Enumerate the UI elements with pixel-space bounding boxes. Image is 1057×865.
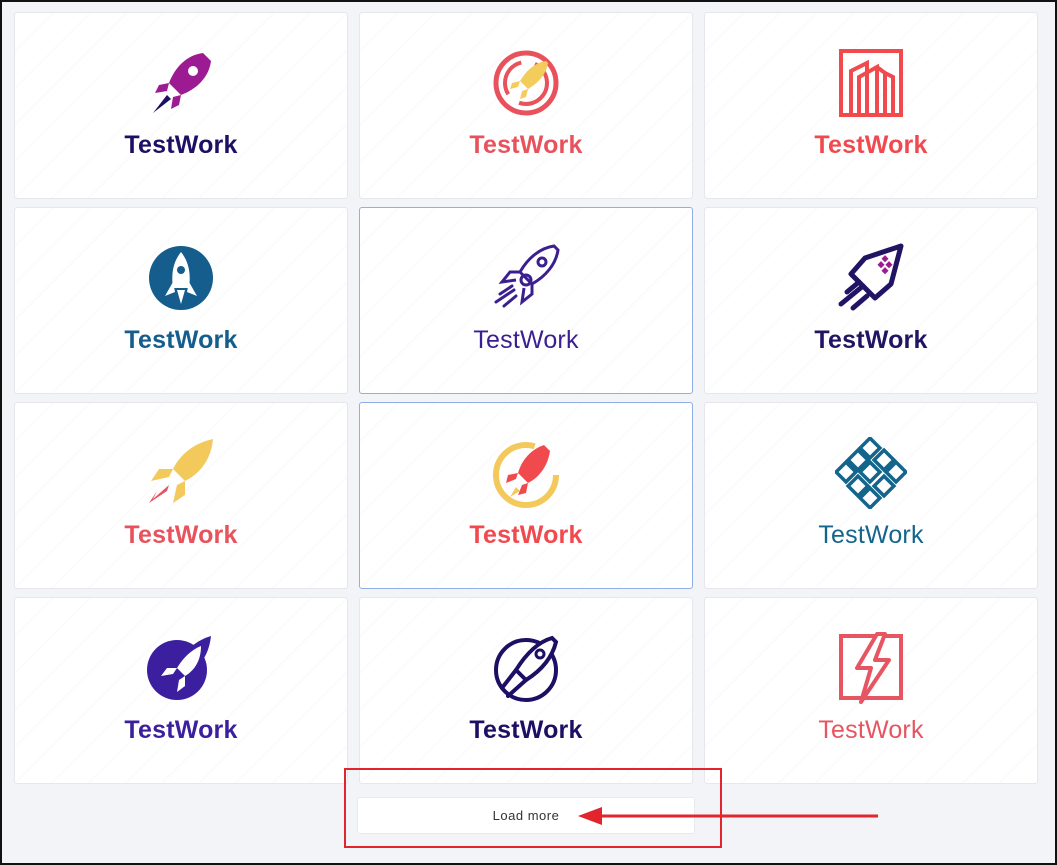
diamond-knot-icon <box>835 437 907 509</box>
brand-name: TestWork <box>473 326 579 354</box>
rocket-yellow-icon <box>149 439 213 503</box>
logo-card-1[interactable]: TestWork <box>14 12 348 199</box>
logo-card-12[interactable]: TestWork <box>704 597 1038 784</box>
logo-card-4[interactable]: TestWork <box>14 207 348 394</box>
brand-name: TestWork <box>469 131 583 159</box>
logo-card-11[interactable]: TestWork <box>359 597 693 784</box>
logo-card-3[interactable]: TestWork <box>704 12 1038 199</box>
page-frame: TestWork TestWork TestWork TestWork Test… <box>0 0 1057 865</box>
rocket-magenta-icon <box>153 53 211 113</box>
lightning-square-icon <box>839 632 903 704</box>
rocket-outline-purple-icon <box>494 244 560 308</box>
logo-card-10[interactable]: TestWork <box>14 597 348 784</box>
brand-name: TestWork <box>469 521 583 549</box>
rocket-circle-blue-icon <box>149 246 213 310</box>
rocket-sun-icon <box>493 442 559 508</box>
rocket-angular-navy-icon <box>838 243 904 311</box>
rocket-circle-coral-icon <box>493 50 559 116</box>
building-outline-icon <box>839 49 903 117</box>
logo-card-2[interactable]: TestWork <box>359 12 693 199</box>
brand-name: TestWork <box>818 521 924 549</box>
brand-name: TestWork <box>814 326 928 354</box>
rocket-circle-purple-icon <box>147 636 211 700</box>
brand-name: TestWork <box>814 131 928 159</box>
annotation-arrow-icon <box>578 807 878 825</box>
logo-card-5[interactable]: TestWork <box>359 207 693 394</box>
logo-card-7[interactable]: TestWork <box>14 402 348 589</box>
logo-card-9[interactable]: TestWork <box>704 402 1038 589</box>
brand-name: TestWork <box>818 716 924 744</box>
logo-card-6[interactable]: TestWork <box>704 207 1038 394</box>
logo-card-8[interactable]: TestWork <box>359 402 693 589</box>
logo-grid: TestWork TestWork TestWork TestWork Test… <box>14 12 1038 784</box>
rocket-planet-icon <box>494 635 559 702</box>
brand-name: TestWork <box>124 716 238 744</box>
brand-name: TestWork <box>469 716 583 744</box>
brand-name: TestWork <box>124 326 238 354</box>
brand-name: TestWork <box>124 131 238 159</box>
brand-name: TestWork <box>124 521 238 549</box>
